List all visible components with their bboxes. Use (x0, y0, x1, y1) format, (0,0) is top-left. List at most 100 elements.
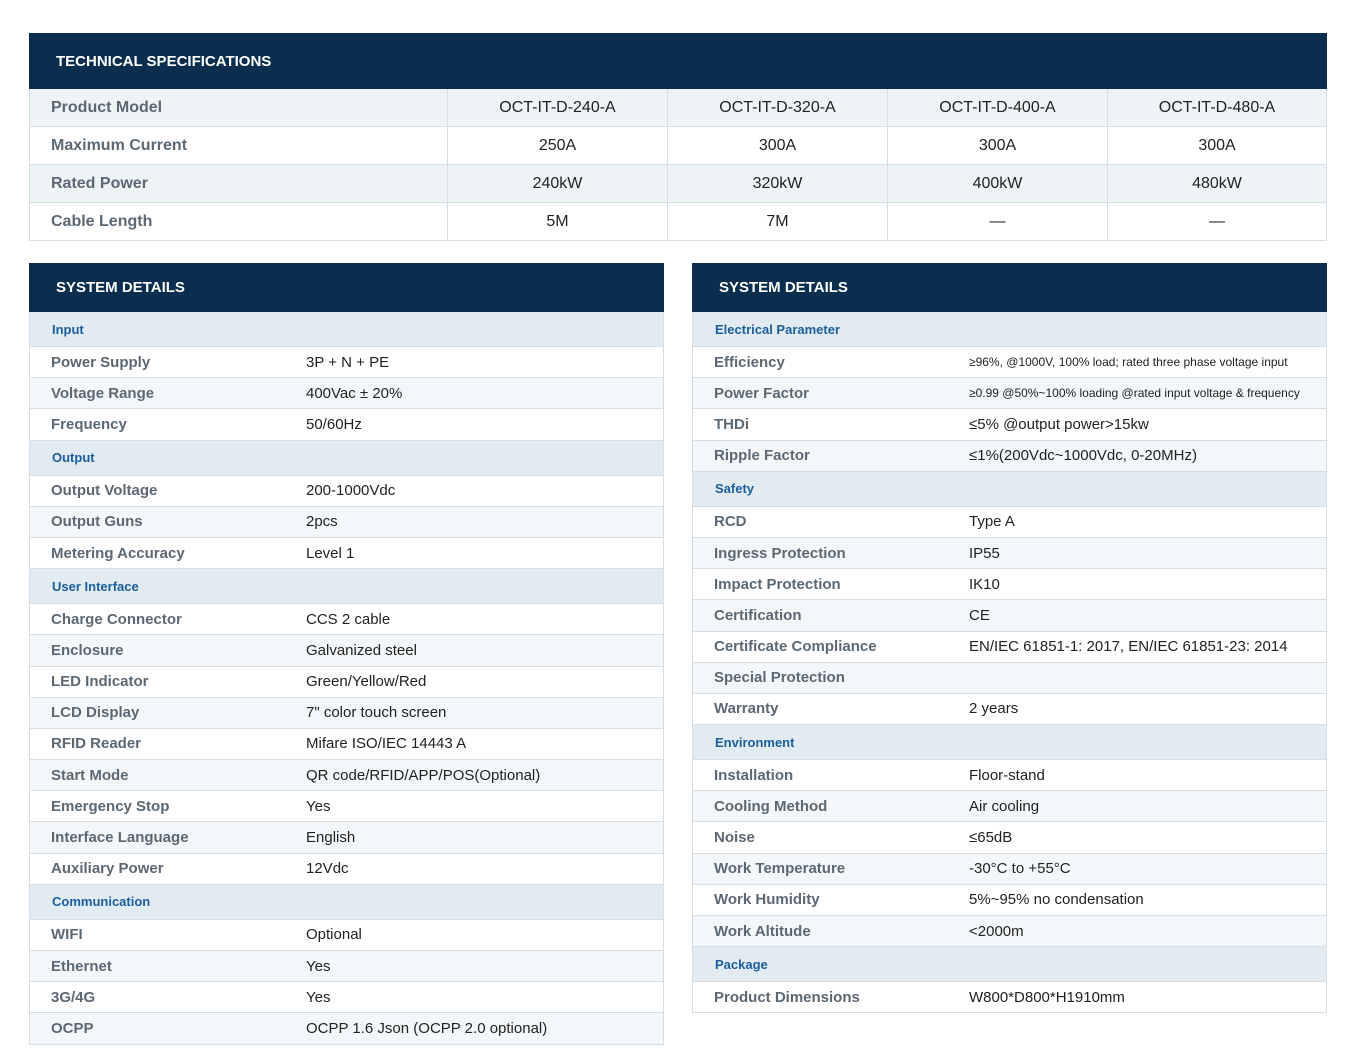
system-details-right-body: Electrical Parameter Efficiency ≥96%, @100… (692, 312, 1327, 1014)
section-heading: User Interface (29, 569, 664, 605)
detail-label: Special Protection (714, 669, 845, 687)
tech-spec-value: OCT-IT-D-240-A (447, 89, 667, 126)
detail-row: Output Guns 2pcs (29, 506, 664, 538)
detail-label: LED Indicator (51, 673, 149, 691)
tech-spec-label: Rated Power (29, 165, 447, 202)
section-heading: Package (692, 947, 1327, 983)
detail-row: OCPP OCPP 1.6 Json (OCPP 2.0 optional) (29, 1013, 664, 1045)
detail-row: Work Humidity 5%~95% no condensation (692, 884, 1327, 916)
tech-spec-value: 300A (887, 127, 1107, 164)
tech-spec-value: OCT-IT-D-480-A (1107, 89, 1327, 126)
detail-value: Galvanized steel (306, 641, 417, 659)
detail-row: Voltage Range 400Vac ± 20% (29, 378, 664, 410)
tech-spec-value: 7M (667, 203, 887, 240)
detail-row: Enclosure Galvanized steel (29, 635, 664, 667)
detail-row: Noise ≤65dB (692, 822, 1327, 854)
detail-label: Certification (714, 606, 802, 624)
detail-label: Enclosure (51, 641, 124, 659)
detail-row: 3G/4G Yes (29, 982, 664, 1014)
detail-value: 7" color touch screen (306, 704, 447, 722)
detail-value: W800*D800*H1910mm (969, 988, 1125, 1006)
detail-row: Cooling Method Air cooling (692, 791, 1327, 823)
tech-spec-value: 240kW (447, 165, 667, 202)
tech-spec-value: 400kW (887, 165, 1107, 202)
tech-spec-row: Maximum Current 250A 300A 300A 300A (29, 127, 1327, 165)
tech-spec-value: 300A (667, 127, 887, 164)
detail-value: Level 1 (306, 544, 355, 562)
detail-row: Work Altitude <2000m (692, 916, 1327, 948)
tech-spec-value: — (887, 203, 1107, 240)
detail-label: Frequency (51, 415, 127, 433)
detail-value: 2pcs (306, 513, 338, 531)
detail-value: Yes (306, 797, 331, 815)
detail-label: Auxiliary Power (51, 860, 164, 878)
detail-value: IK10 (969, 575, 1000, 593)
detail-row: Output Voltage 200-1000Vdc (29, 475, 664, 507)
detail-value: ≥0.99 @50%~100% loading @rated input vol… (969, 386, 1300, 401)
detail-row: Certificate Compliance EN/IEC 61851-1: 20… (692, 631, 1327, 663)
detail-label: Start Mode (51, 766, 129, 784)
detail-row: THDi ≤5% @output power>15kw (692, 409, 1327, 441)
tech-spec-row: Cable Length 5M 7M — — (29, 203, 1327, 241)
detail-value: Mifare ISO/IEC 14443 A (306, 735, 467, 753)
detail-value: CCS 2 cable (306, 610, 391, 628)
detail-value: Air cooling (969, 797, 1040, 815)
technical-specifications-table: TECHNICAL SPECIFICATIONS Product Model OC… (29, 33, 1327, 241)
detail-value: ≤1%(200Vdc~1000Vdc, 0-20MHz) (969, 447, 1197, 465)
system-details-left-header: SYSTEM DETAILS (29, 263, 664, 312)
detail-value: 2 years (969, 700, 1019, 718)
detail-row: Charge Connector CCS 2 cable (29, 604, 664, 636)
detail-label: Impact Protection (714, 575, 841, 593)
detail-label: Output Guns (51, 513, 143, 531)
tech-specs-body: Product Model OCT-IT-D-240-A OCT-IT-D-320-… (29, 89, 1327, 241)
detail-value: Type A (969, 513, 1015, 531)
detail-value: Optional (306, 926, 362, 944)
tech-spec-label: Product Model (29, 89, 447, 126)
section-heading: Environment (692, 725, 1327, 761)
detail-label: OCPP (51, 1019, 94, 1037)
detail-value: Yes (306, 988, 331, 1006)
detail-label: Charge Connector (51, 610, 182, 628)
detail-row: Auxiliary Power 12Vdc (29, 853, 664, 885)
detail-label: Work Temperature (714, 860, 846, 878)
detail-label: WIFI (51, 926, 83, 944)
detail-value: ≤65dB (969, 829, 1013, 847)
detail-value: Yes (306, 957, 331, 975)
detail-value: -30°C to +55°C (969, 860, 1071, 878)
section-heading: Output (29, 440, 664, 476)
detail-value: IP55 (969, 544, 1000, 562)
tech-spec-label: Maximum Current (29, 127, 447, 164)
detail-label: Certificate Compliance (714, 638, 877, 656)
tech-spec-label: Cable Length (29, 203, 447, 240)
detail-value: OCPP 1.6 Json (OCPP 2.0 optional) (306, 1019, 548, 1037)
detail-row: Ingress Protection IP55 (692, 537, 1327, 570)
detail-value: Green/Yellow/Red (306, 673, 427, 691)
detail-value: ≤5% @output power>15kw (969, 415, 1149, 433)
section-heading: Input (29, 312, 664, 347)
detail-label: Voltage Range (51, 384, 155, 402)
detail-value (969, 663, 1326, 693)
detail-label: Power Supply (51, 353, 151, 371)
detail-label: Ingress Protection (714, 544, 846, 562)
detail-label: Work Altitude (714, 922, 811, 940)
detail-row: LED Indicator Green/Yellow/Red (29, 666, 664, 698)
detail-row: WIFI Optional (29, 919, 664, 951)
detail-value: 12Vdc (306, 860, 349, 878)
detail-label: LCD Display (51, 704, 140, 722)
detail-row: RCD Type A (692, 506, 1327, 538)
detail-label: THDi (714, 415, 749, 433)
detail-row: Emergency Stop Yes (29, 791, 664, 823)
detail-row: Certification CE (692, 600, 1327, 632)
detail-row: Power Factor ≥0.99 @50%~100% loading @rat… (692, 378, 1327, 410)
detail-label: RCD (714, 513, 747, 531)
tech-spec-value: 300A (1107, 127, 1327, 164)
detail-row: Ethernet Yes (29, 951, 664, 983)
detail-label: Product Dimensions (714, 988, 860, 1006)
detail-row: Start Mode QR code/RFID/APP/POS(Optional) (29, 760, 664, 792)
detail-value: Floor-stand (969, 766, 1045, 784)
detail-row: Efficiency ≥96%, @1000V, 100% load; rated… (692, 347, 1327, 379)
detail-row: Interface Language English (29, 822, 664, 854)
detail-row: Warranty 2 years (692, 693, 1327, 726)
detail-label: Ripple Factor (714, 447, 810, 465)
detail-value: QR code/RFID/APP/POS(Optional) (306, 766, 541, 784)
